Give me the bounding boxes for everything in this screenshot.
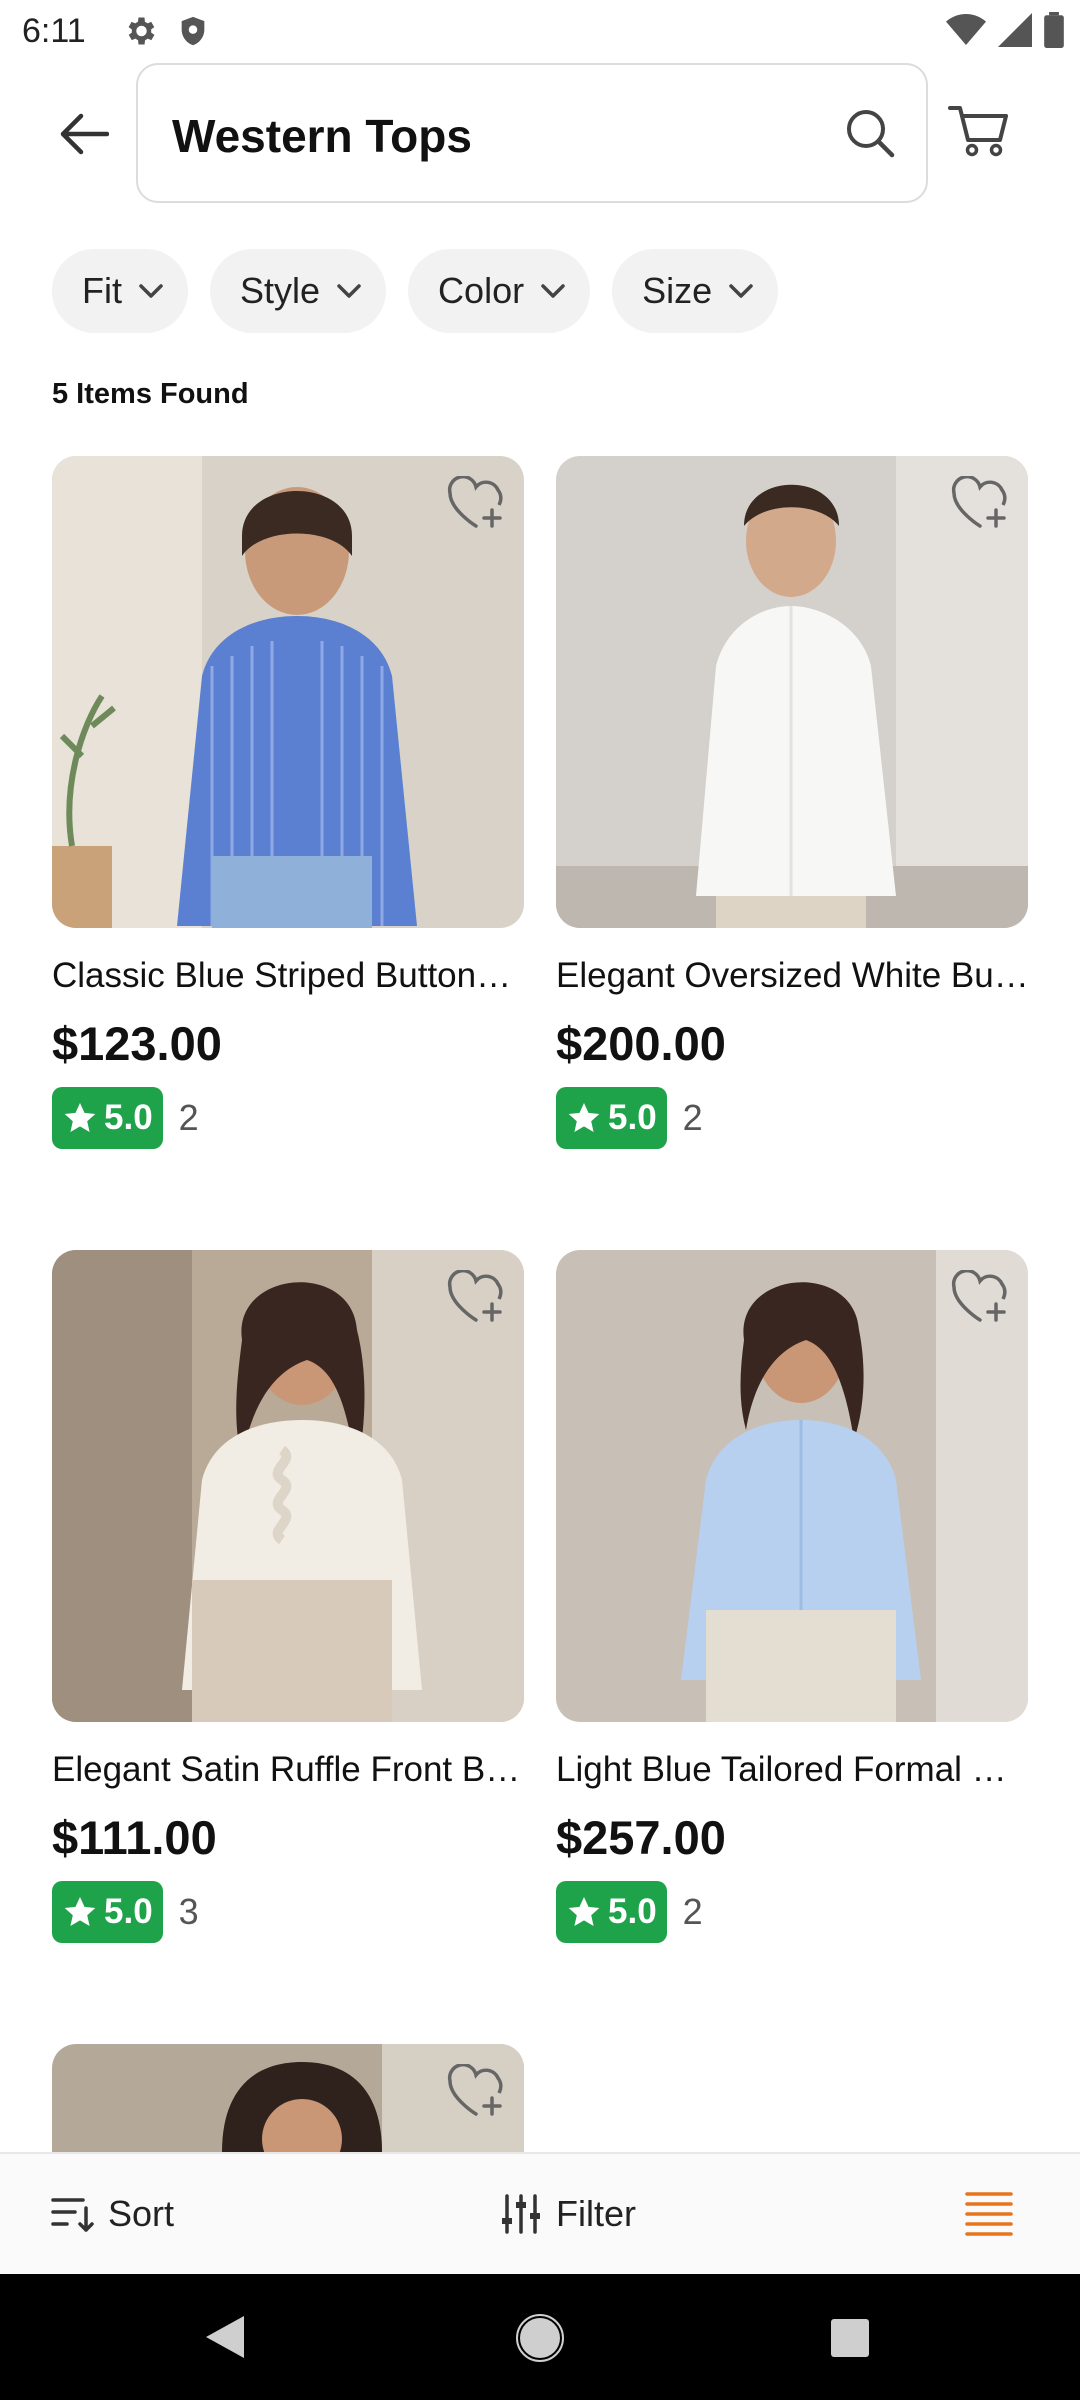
product-image[interactable] bbox=[52, 456, 524, 928]
product-title[interactable]: Classic Blue Striped Button… bbox=[52, 956, 524, 996]
product-title[interactable]: Elegant Satin Ruffle Front B… bbox=[52, 1750, 524, 1790]
search-field[interactable]: Western Tops bbox=[136, 63, 928, 203]
product-price: $200.00 bbox=[556, 1017, 726, 1070]
results-count: 5 Items Found bbox=[52, 378, 249, 410]
product-image[interactable] bbox=[52, 2044, 524, 2152]
filter-chip-label: Size bbox=[642, 270, 713, 311]
product-card[interactable] bbox=[52, 2044, 524, 2152]
search-query-text: Western Tops bbox=[172, 110, 472, 162]
filter-chip-label: Fit bbox=[82, 270, 122, 311]
rating-value: 5.0 bbox=[104, 1892, 153, 1931]
product-rating: 5.0 3 bbox=[52, 1881, 524, 1943]
review-count: 2 bbox=[682, 1097, 703, 1138]
search-icon[interactable] bbox=[844, 107, 896, 159]
rating-badge: 5.0 bbox=[52, 1881, 163, 1943]
rating-value: 5.0 bbox=[104, 1098, 153, 1137]
filter-chip-style[interactable]: Style bbox=[210, 249, 387, 333]
wifi-icon bbox=[946, 13, 986, 47]
wishlist-heart-icon[interactable] bbox=[950, 476, 1010, 532]
sort-button[interactable]: Sort bbox=[50, 2154, 174, 2274]
status-bar: 6:11 bbox=[0, 0, 1080, 62]
sliders-icon bbox=[500, 2193, 542, 2235]
filter-chip-fit[interactable]: Fit bbox=[52, 249, 188, 333]
star-icon bbox=[566, 1894, 602, 1930]
view-toggle-button[interactable] bbox=[964, 2154, 1014, 2274]
sort-label: Sort bbox=[108, 2193, 175, 2234]
rating-badge: 5.0 bbox=[556, 1881, 667, 1943]
chevron-down-icon bbox=[138, 283, 164, 299]
star-icon bbox=[62, 1894, 98, 1930]
review-count: 2 bbox=[682, 1891, 703, 1932]
rating-value: 5.0 bbox=[608, 1098, 657, 1137]
product-rating: 5.0 2 bbox=[556, 1087, 1028, 1149]
review-count: 3 bbox=[178, 1891, 199, 1932]
product-card[interactable]: Elegant Satin Ruffle Front B… $111.00 5.… bbox=[52, 1250, 524, 1943]
product-image[interactable] bbox=[556, 1250, 1028, 1722]
star-icon bbox=[62, 1100, 98, 1136]
sort-icon bbox=[50, 2194, 94, 2234]
nav-recents-icon[interactable] bbox=[830, 2318, 870, 2358]
filter-button[interactable]: Filter bbox=[500, 2154, 636, 2274]
product-title[interactable]: Light Blue Tailored Formal … bbox=[556, 1750, 1028, 1790]
filter-label: Filter bbox=[556, 2193, 636, 2234]
product-card[interactable]: Classic Blue Striped Button… $123.00 5.0… bbox=[52, 456, 524, 1149]
product-card[interactable]: Elegant Oversized White Bu… $200.00 5.0 … bbox=[556, 456, 1028, 1149]
signal-icon bbox=[998, 13, 1032, 47]
battery-icon bbox=[1044, 12, 1064, 48]
wishlist-heart-icon[interactable] bbox=[950, 1270, 1010, 1326]
bottom-action-bar: Sort Filter bbox=[0, 2152, 1080, 2274]
product-image[interactable] bbox=[52, 1250, 524, 1722]
gear-icon bbox=[122, 13, 158, 49]
nav-back-icon[interactable] bbox=[204, 2314, 246, 2360]
list-view-icon bbox=[964, 2191, 1014, 2237]
shield-icon bbox=[176, 13, 210, 49]
product-card[interactable]: Light Blue Tailored Formal … $257.00 5.0… bbox=[556, 1250, 1028, 1943]
back-button[interactable] bbox=[54, 104, 114, 164]
chevron-down-icon bbox=[540, 283, 566, 299]
cart-icon bbox=[948, 102, 1012, 158]
status-time: 6:11 bbox=[22, 12, 86, 50]
product-price: $257.00 bbox=[556, 1811, 726, 1864]
filter-chip-size[interactable]: Size bbox=[612, 249, 779, 333]
filter-chip-color[interactable]: Color bbox=[408, 249, 591, 333]
chevron-down-icon bbox=[336, 283, 362, 299]
product-price: $123.00 bbox=[52, 1017, 222, 1070]
wishlist-heart-icon[interactable] bbox=[446, 1270, 506, 1326]
system-navigation-bar bbox=[0, 2274, 1080, 2400]
filter-chip-label: Color bbox=[438, 270, 525, 311]
product-title[interactable]: Elegant Oversized White Bu… bbox=[556, 956, 1028, 996]
filter-chips: Fit Style Color Size bbox=[52, 249, 779, 333]
nav-home-icon[interactable] bbox=[516, 2314, 564, 2362]
rating-badge: 5.0 bbox=[52, 1087, 163, 1149]
filter-chip-label: Style bbox=[240, 270, 321, 311]
star-icon bbox=[566, 1100, 602, 1136]
rating-badge: 5.0 bbox=[556, 1087, 667, 1149]
product-price: $111.00 bbox=[52, 1811, 217, 1864]
wishlist-heart-icon[interactable] bbox=[446, 476, 506, 532]
product-rating: 5.0 2 bbox=[52, 1087, 524, 1149]
chevron-down-icon bbox=[728, 283, 754, 299]
wishlist-heart-icon[interactable] bbox=[446, 2064, 506, 2120]
product-rating: 5.0 2 bbox=[556, 1881, 1028, 1943]
cart-button[interactable] bbox=[948, 102, 1012, 166]
product-image[interactable] bbox=[556, 456, 1028, 928]
rating-value: 5.0 bbox=[608, 1892, 657, 1931]
review-count: 2 bbox=[178, 1097, 199, 1138]
arrow-left-icon bbox=[59, 112, 109, 156]
